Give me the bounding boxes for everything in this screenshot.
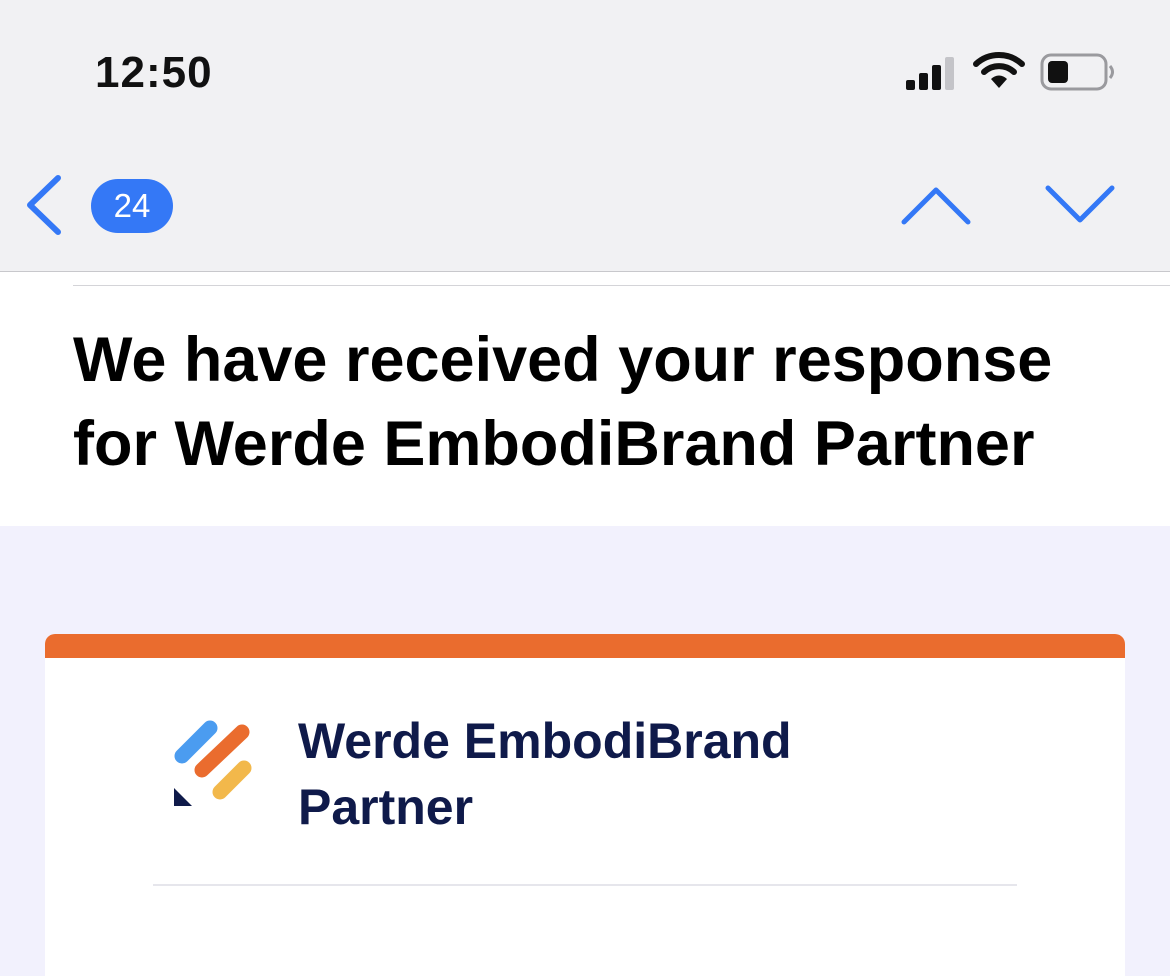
form-title: Werde EmbodiBrand Partner — [298, 713, 792, 835]
mail-subject: We have received your response for Werde… — [73, 325, 1053, 479]
header-divider — [73, 285, 1170, 286]
status-time: 12:50 — [95, 48, 213, 97]
wifi-icon — [973, 52, 1025, 88]
previous-message-chevron-up-icon[interactable] — [900, 180, 972, 230]
mail-body: Werde EmbodiBrand Partner — [0, 526, 1170, 976]
battery-icon — [1040, 53, 1114, 91]
back-chevron-icon[interactable] — [22, 172, 70, 238]
cellular-signal-icon — [906, 57, 954, 90]
card-divider — [153, 884, 1017, 886]
next-message-chevron-down-icon[interactable] — [1044, 180, 1116, 230]
mail-screen: 12:50 24 We have received your response … — [0, 0, 1170, 976]
unread-count-badge[interactable]: 24 — [91, 179, 173, 233]
form-card: Werde EmbodiBrand Partner — [45, 634, 1125, 976]
jotform-logo-icon — [174, 720, 252, 806]
mail-header: We have received your response for Werde… — [0, 272, 1170, 526]
top-bar: 12:50 24 — [0, 0, 1170, 272]
card-accent-bar — [45, 634, 1125, 658]
